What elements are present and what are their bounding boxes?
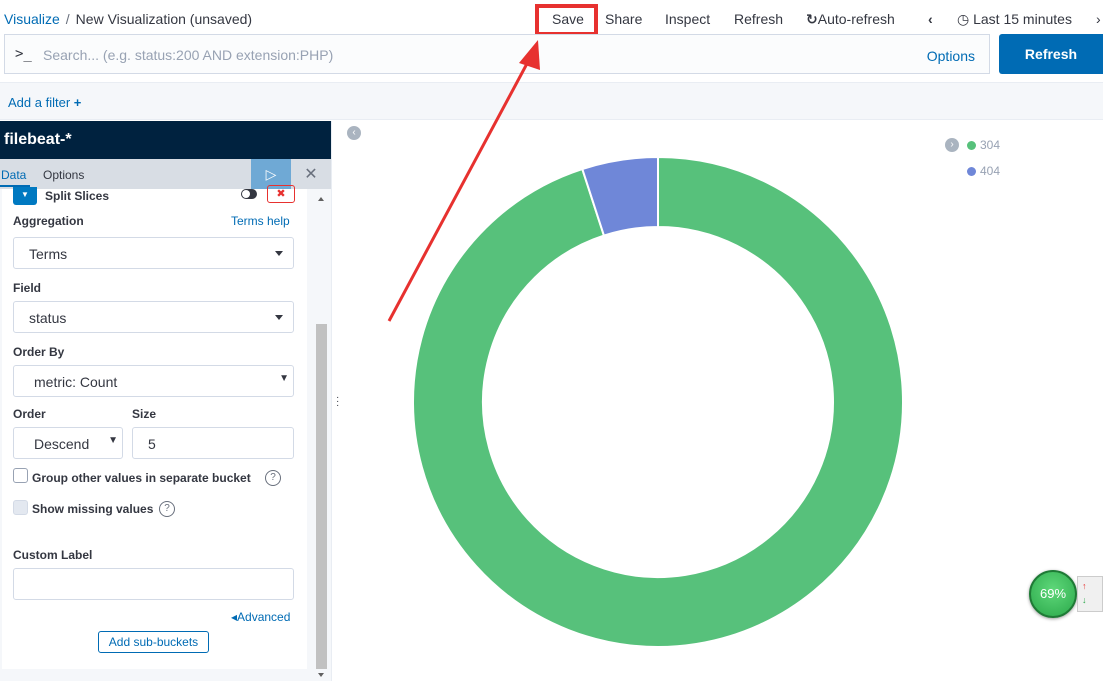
save-highlight-box bbox=[535, 4, 598, 36]
field-value: status bbox=[29, 310, 67, 326]
plus-icon: + bbox=[73, 95, 82, 110]
legend-label: 304 bbox=[980, 138, 1001, 152]
order-by-value: metric: Count bbox=[34, 374, 118, 390]
legend-dot bbox=[967, 141, 976, 150]
breadcrumb-separator: / bbox=[65, 11, 70, 27]
refresh-menu-button[interactable]: Refresh bbox=[734, 11, 783, 27]
legend-dot bbox=[967, 167, 976, 176]
pie-slices bbox=[412, 155, 904, 648]
visualization-area: ‹ › 304 404 bbox=[343, 121, 1103, 681]
order-by-label: Order By bbox=[13, 345, 65, 359]
order-by-select[interactable]: metric: Count ▼ bbox=[13, 365, 294, 397]
question-icon[interactable]: ? bbox=[265, 470, 281, 486]
add-filter-label: Add a filter bbox=[8, 95, 71, 110]
field-select[interactable]: status bbox=[13, 301, 294, 333]
pie-chart bbox=[412, 155, 904, 648]
advanced-label: Advanced bbox=[237, 610, 291, 624]
caret-down-icon: ▼ bbox=[108, 435, 118, 446]
terms-help-link[interactable]: Terms help bbox=[231, 214, 290, 228]
size-label: Size bbox=[132, 407, 157, 421]
index-pattern-title: filebeat-* bbox=[0, 121, 331, 159]
share-button[interactable]: Share bbox=[605, 11, 642, 27]
breadcrumb: Visualize / New Visualization (unsaved) bbox=[4, 11, 252, 27]
breadcrumb-visualize-link[interactable]: Visualize bbox=[4, 11, 60, 27]
custom-label-input[interactable] bbox=[13, 568, 294, 600]
legend-label: 404 bbox=[980, 164, 1001, 178]
chevron-left-icon[interactable]: ‹ bbox=[928, 11, 933, 27]
advanced-toggle-link[interactable]: ◂Advanced bbox=[231, 610, 290, 624]
legend-item-304[interactable]: 304 bbox=[967, 138, 1000, 152]
auto-refresh-button[interactable]: ↻Auto-refresh bbox=[806, 11, 895, 28]
group-other-checkbox[interactable] bbox=[13, 468, 28, 483]
time-range-label: Last 15 minutes bbox=[973, 11, 1072, 27]
query-bar: >_ Options bbox=[4, 34, 990, 74]
size-value: 5 bbox=[148, 436, 156, 452]
legend-item-404[interactable]: 404 bbox=[967, 164, 1000, 178]
clock-icon: ◷ bbox=[957, 11, 970, 27]
caret-down-icon bbox=[275, 315, 283, 320]
legend-toggle-icon[interactable]: › bbox=[945, 138, 959, 152]
show-missing-checkbox[interactable] bbox=[13, 500, 28, 515]
breadcrumb-current: New Visualization (unsaved) bbox=[75, 11, 253, 27]
scroll-up-icon[interactable] bbox=[318, 197, 324, 201]
split-slices-header: ▼ Split Slices ✖ bbox=[13, 185, 298, 205]
bucket-panel: ▼ Split Slices ✖ Aggregation Terms help … bbox=[2, 185, 307, 669]
close-icon: ✖ bbox=[276, 188, 286, 200]
field-label: Field bbox=[13, 281, 42, 295]
chevron-right-icon[interactable]: › bbox=[1096, 11, 1101, 27]
auto-refresh-label: Auto-refresh bbox=[817, 11, 895, 27]
add-sub-buckets-button[interactable]: Add sub-buckets bbox=[98, 631, 209, 653]
scroll-down-icon[interactable] bbox=[318, 673, 324, 677]
inspect-button[interactable]: Inspect bbox=[665, 11, 710, 27]
arrow-down-icon: ↓ bbox=[1082, 595, 1087, 605]
sidebar-scrollbar[interactable] bbox=[314, 189, 329, 681]
aggregation-value: Terms bbox=[29, 246, 68, 262]
tab-data[interactable]: Data bbox=[1, 168, 26, 182]
editor-sidebar: filebeat-* Data Options ▷ ✕ ▼ Split Slic… bbox=[0, 121, 331, 681]
arrow-up-icon: ↑ bbox=[1082, 581, 1087, 591]
aggregation-select[interactable]: Terms bbox=[13, 237, 294, 269]
cpu-percent-badge: 69% bbox=[1029, 570, 1077, 618]
drag-handle-icon: · · · bbox=[336, 392, 340, 411]
refresh-icon: ↻ bbox=[806, 11, 818, 27]
caret-down-icon bbox=[275, 251, 283, 256]
remove-bucket-button[interactable]: ✖ bbox=[267, 185, 295, 203]
chevron-down-icon[interactable]: ▼ bbox=[13, 187, 37, 205]
play-icon: ▷ bbox=[265, 165, 277, 182]
discard-changes-button[interactable]: ✕ bbox=[296, 159, 326, 189]
query-options-link[interactable]: Options bbox=[927, 48, 975, 64]
pie-slice-304[interactable] bbox=[412, 155, 904, 648]
sidebar-resizer[interactable]: · · · bbox=[331, 121, 343, 681]
filter-bar: Add a filter + bbox=[0, 82, 1103, 120]
network-speed-box: ↑ ↓ bbox=[1077, 576, 1103, 612]
search-input[interactable] bbox=[43, 47, 743, 63]
order-value: Descend bbox=[34, 436, 90, 452]
close-icon: ✕ bbox=[304, 166, 318, 183]
order-label: Order bbox=[13, 407, 46, 421]
size-input[interactable]: 5 bbox=[132, 427, 294, 459]
custom-label-label: Custom Label bbox=[13, 548, 93, 562]
performance-widget[interactable]: 69% ↑ ↓ bbox=[1029, 570, 1103, 618]
aggregation-label: Aggregation bbox=[13, 214, 84, 228]
query-language-icon: >_ bbox=[15, 46, 32, 62]
add-filter-link[interactable]: Add a filter + bbox=[8, 95, 81, 110]
tab-options[interactable]: Options bbox=[43, 168, 84, 182]
refresh-button[interactable]: Refresh bbox=[999, 34, 1103, 74]
scrollbar-thumb[interactable] bbox=[316, 324, 327, 669]
question-icon[interactable]: ? bbox=[159, 501, 175, 517]
caret-down-icon: ▼ bbox=[279, 373, 289, 384]
time-picker-button[interactable]: ◷ Last 15 minutes bbox=[957, 11, 1072, 28]
order-select[interactable]: Descend ▼ bbox=[13, 427, 123, 459]
split-slices-title: Split Slices bbox=[45, 189, 110, 203]
toggle-icon[interactable] bbox=[241, 189, 257, 199]
show-missing-label: Show missing values bbox=[32, 502, 154, 516]
group-other-label: Group other values in separate bucket bbox=[32, 471, 251, 485]
